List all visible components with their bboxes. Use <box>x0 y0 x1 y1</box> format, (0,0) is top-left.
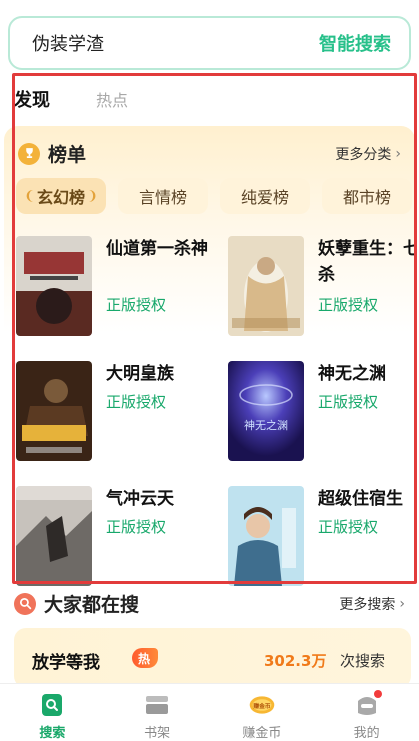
laurel-right-icon: ❩ <box>87 188 98 204</box>
book-item[interactable]: 仙道第一杀神 正版授权 <box>16 236 208 346</box>
license-tag: 正版授权 <box>106 518 167 536</box>
nav-label: 赚金币 <box>242 726 282 741</box>
book-cover[interactable] <box>16 236 92 336</box>
popular-search-item[interactable]: 放学等我 热 302.3万 次搜索 <box>14 628 411 688</box>
notification-dot <box>374 690 383 698</box>
book-item[interactable]: 大明皇族 正版授权 <box>16 361 206 471</box>
book-cover[interactable] <box>228 236 304 336</box>
book-title: 仙道第一杀神 <box>106 239 208 259</box>
nav-profile[interactable]: 我的 <box>314 684 419 741</box>
book-item[interactable]: 气冲云天 正版授权 <box>16 486 206 586</box>
ranking-category-chips: ❨ 玄幻榜 ❩ 言情榜 纯爱榜 都市榜 <box>16 178 415 214</box>
book-cover[interactable]: 神无之渊 <box>228 361 304 461</box>
bookshelf-icon <box>144 692 170 718</box>
gold-coin-icon: 赚金币 <box>249 692 275 718</box>
feed-tabs: 发现 热点 <box>14 86 128 112</box>
bottom-navigation: 搜索 书架 赚金币 赚金币 我的 <box>0 683 419 741</box>
chip-bl[interactable]: 纯爱榜 <box>220 178 310 214</box>
search-bar[interactable]: 伪装学渣 智能搜索 <box>8 16 411 70</box>
more-categories-link[interactable]: 更多分类 › <box>335 144 401 164</box>
book-item[interactable]: 神无之渊 神无之渊 正版授权 <box>228 361 415 471</box>
nav-search[interactable]: 搜索 <box>0 684 105 741</box>
chip-label: 纯爱榜 <box>240 188 289 207</box>
chip-label: 言情榜 <box>138 188 187 207</box>
license-tag: 正版授权 <box>106 296 167 314</box>
license-tag: 正版授权 <box>106 393 167 411</box>
book-title: 妖孽重生：七杀 <box>318 239 415 285</box>
tab-discover[interactable]: 发现 <box>14 86 50 112</box>
book-title: 神无之渊 <box>318 364 386 384</box>
tab-hot[interactable]: 热点 <box>96 87 128 111</box>
ranking-card: 榜单 更多分类 › ❨ 玄幻榜 ❩ 言情榜 纯爱榜 都市榜 仙道第一杀神 正版授… <box>4 126 415 586</box>
more-searches-label: 更多搜索 <box>339 596 396 613</box>
nav-label: 书架 <box>144 726 171 741</box>
nav-earn-coins[interactable]: 赚金币 赚金币 <box>210 684 315 741</box>
chevron-right-icon: › <box>395 145 401 162</box>
chip-label: 都市榜 <box>342 188 391 207</box>
book-cover[interactable] <box>16 486 92 586</box>
chip-label: 玄幻榜 <box>36 188 85 207</box>
ranking-header: 榜单 更多分类 › <box>18 140 401 167</box>
license-tag: 正版授权 <box>318 518 379 536</box>
search-circle-icon <box>14 592 36 615</box>
popular-searches-header: 大家都在搜 更多搜索 › <box>14 590 405 617</box>
book-item[interactable]: 超级住宿生 正版授权 <box>228 486 415 586</box>
book-cover[interactable] <box>16 361 92 461</box>
search-input[interactable]: 伪装学渣 <box>32 30 104 56</box>
popular-searches-title: 大家都在搜 <box>44 594 140 616</box>
chip-romance[interactable]: 言情榜 <box>118 178 208 214</box>
nav-bookshelf[interactable]: 书架 <box>105 684 210 741</box>
search-book-icon <box>39 692 65 718</box>
laurel-left-icon: ❨ <box>24 188 35 204</box>
smart-search-button[interactable]: 智能搜索 <box>319 30 391 56</box>
chip-urban[interactable]: 都市榜 <box>322 178 412 214</box>
cover-title-text: 神无之渊 <box>244 418 288 432</box>
book-cover[interactable] <box>228 486 304 586</box>
hot-badge: 热 <box>132 648 159 668</box>
book-title: 大明皇族 <box>106 364 174 384</box>
trophy-icon <box>18 142 40 165</box>
chevron-right-icon: › <box>399 595 405 612</box>
ranking-title: 榜单 <box>48 144 87 166</box>
search-count-suffix: 次搜索 <box>340 652 386 670</box>
more-categories-label: 更多分类 <box>335 146 392 163</box>
nav-label: 我的 <box>353 726 380 741</box>
nav-label: 搜索 <box>39 726 66 741</box>
book-item[interactable]: 妖孽重生：七杀 正版授权 <box>228 236 415 346</box>
chip-fantasy[interactable]: ❨ 玄幻榜 ❩ <box>16 178 106 214</box>
license-tag: 正版授权 <box>318 296 379 314</box>
more-searches-link[interactable]: 更多搜索 › <box>339 594 405 614</box>
search-count: 302.3万 <box>264 652 327 670</box>
book-title: 气冲云天 <box>106 489 174 509</box>
license-tag: 正版授权 <box>318 393 379 411</box>
book-title: 超级住宿生 <box>318 489 403 509</box>
popular-book-title: 放学等我 <box>32 653 100 673</box>
